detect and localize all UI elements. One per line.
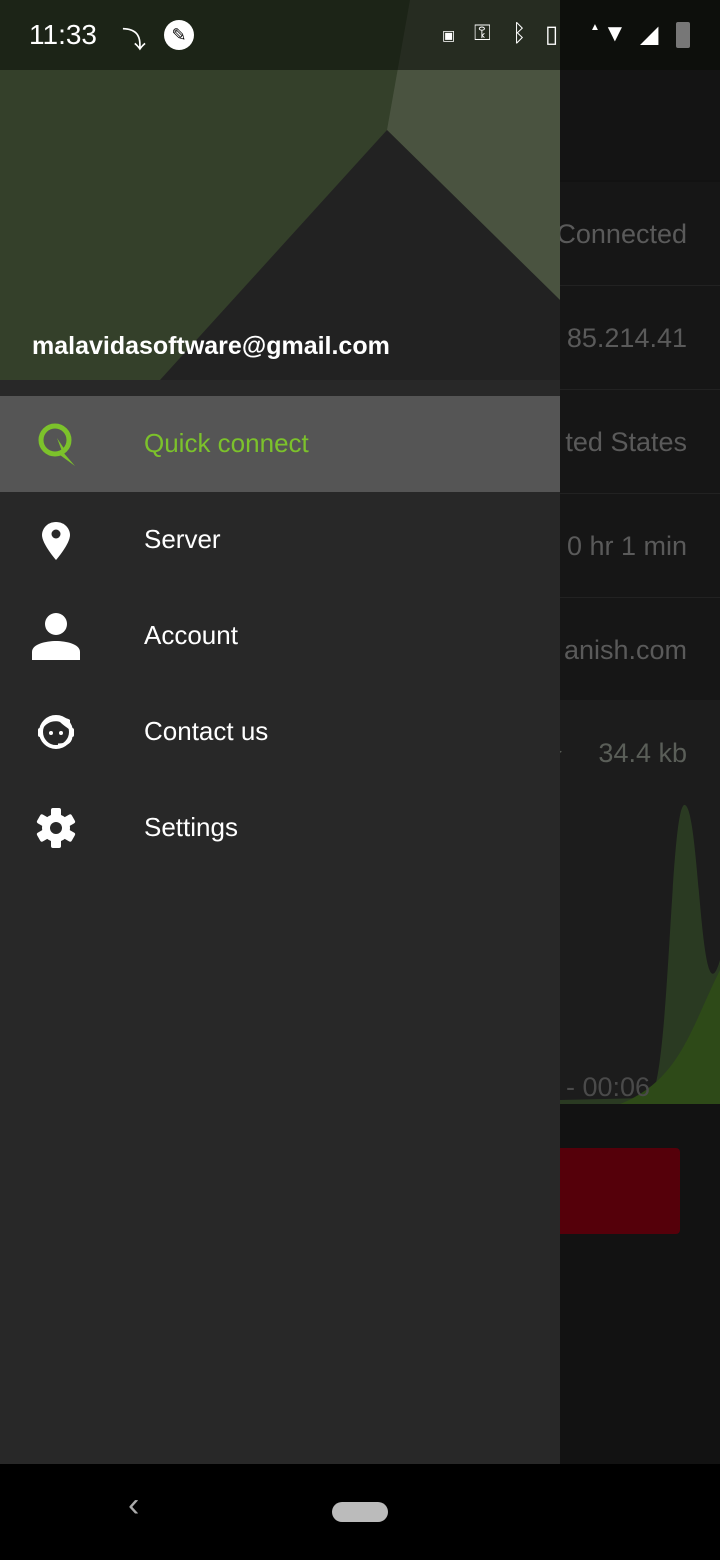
clock: 11:33 [29,19,97,50]
chart-time: - 00:06 [566,1072,651,1102]
battery-charging-icon [676,22,690,48]
wifi-icon: ▼ [603,20,627,47]
menu-item-server[interactable]: Server [0,492,560,588]
screenshot-icon: ✎ [164,20,194,50]
traffic-value: 34.4 kb [598,738,687,768]
menu-item-settings[interactable]: Settings [0,780,560,876]
menu-item-label: Quick connect [144,428,309,458]
disconnect-button [540,1148,680,1234]
vpn-key-icon: ⚿ [474,20,491,45]
vibrate-icon: ▯ [545,21,559,48]
pip-icon: ⤵ [122,27,146,54]
menu-item-label: Server [144,524,221,554]
menu-item-label: Account [144,620,238,650]
cast-icon: ▣ [442,27,456,43]
location-pin-icon [42,522,70,560]
support-agent-icon [38,715,74,749]
signal-icon: ◢ [640,21,659,48]
status-bar: 11:33 ⤵ ✎ ▣ ⚿ ᛒ ▯ ▲ ▼ ◢ [0,0,720,70]
account-email: malavidasoftware@gmail.com [32,332,390,360]
gear-icon [36,808,76,848]
menu-item-account[interactable]: Account [0,588,560,684]
back-icon[interactable]: ‹ [128,1486,139,1525]
menu-item-contact-us[interactable]: Contact us [0,684,560,780]
bluetooth-icon: ᛒ [512,20,527,47]
person-icon [32,613,80,660]
menu-item-label: Contact us [144,716,269,746]
data-up-icon: ▲ [590,22,600,33]
navigation-bar: ‹ [0,1464,720,1560]
quick-connect-icon [38,423,75,466]
home-button[interactable] [332,1502,388,1522]
menu-item-label: Settings [144,812,238,842]
navigation-drawer: malavidasoftware@gmail.com Quick connect… [0,0,560,1464]
menu-item-quick-connect[interactable]: Quick connect [0,396,560,492]
